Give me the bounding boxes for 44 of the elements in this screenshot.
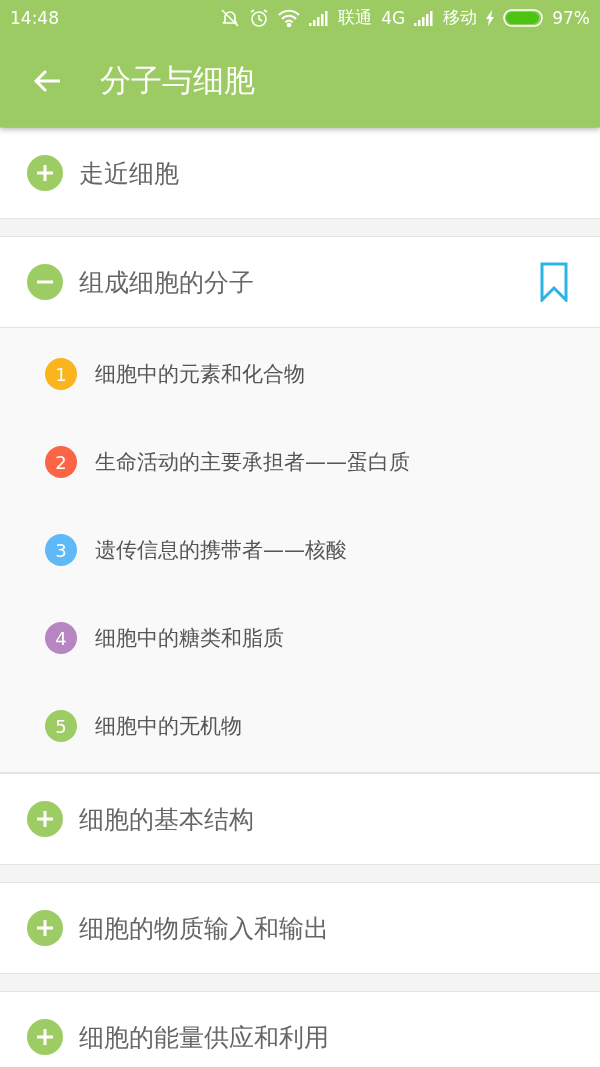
- chapter-title: 细胞的物质输入和输出: [79, 912, 330, 945]
- chapter-row[interactable]: 细胞的能量供应和利用: [0, 991, 600, 1067]
- section-number: 3: [45, 534, 77, 566]
- section-number: 5: [45, 710, 77, 742]
- section-number: 4: [45, 622, 77, 654]
- charging-icon: [486, 9, 495, 26]
- section-item[interactable]: 4 细胞中的糖类和脂质: [0, 594, 600, 682]
- section-item[interactable]: 1 细胞中的元素和化合物: [0, 330, 600, 418]
- alarm-clock-icon: [249, 7, 270, 28]
- minus-icon[interactable]: [27, 264, 63, 300]
- chapter-title: 组成细胞的分子: [79, 266, 255, 299]
- network-type: 4G: [381, 7, 406, 28]
- section-number: 1: [45, 358, 77, 390]
- signal-icon: [309, 9, 330, 26]
- section-item[interactable]: 5 细胞中的无机物: [0, 682, 600, 770]
- section-item[interactable]: 2 生命活动的主要承担者——蛋白质: [0, 418, 600, 506]
- chapter-title: 走近细胞: [79, 157, 180, 190]
- battery-percent: 97%: [552, 7, 590, 28]
- section-title: 生命活动的主要承担者——蛋白质: [95, 449, 410, 476]
- section-item[interactable]: 3 遗传信息的携带者——核酸: [0, 506, 600, 594]
- signal-icon: [414, 9, 435, 26]
- battery-icon: [503, 8, 544, 27]
- page-title: 分子与细胞: [100, 61, 255, 100]
- plus-icon[interactable]: [27, 155, 63, 191]
- chapter-row[interactable]: 走近细胞: [0, 127, 600, 219]
- chapter-row[interactable]: 组成细胞的分子: [0, 236, 600, 328]
- chapter-row[interactable]: 细胞的物质输入和输出: [0, 882, 600, 974]
- chapter-row[interactable]: 细胞的基本结构: [0, 773, 600, 865]
- bookmark-icon[interactable]: [540, 262, 568, 302]
- chapter-title: 细胞的能量供应和利用: [79, 1021, 330, 1054]
- time: 14:48: [10, 7, 59, 28]
- plus-icon[interactable]: [27, 1019, 63, 1055]
- bell-off-icon: [220, 7, 241, 28]
- chapter-title: 细胞的基本结构: [79, 803, 255, 836]
- carrier-name: 联通: [338, 6, 373, 29]
- plus-icon[interactable]: [27, 801, 63, 837]
- plus-icon[interactable]: [27, 910, 63, 946]
- section-title: 细胞中的无机物: [95, 713, 242, 740]
- wifi-icon: [278, 8, 301, 27]
- section-number: 2: [45, 446, 77, 478]
- section-title: 遗传信息的携带者——核酸: [95, 537, 347, 564]
- carrier-name: 移动: [443, 6, 478, 29]
- section-title: 细胞中的元素和化合物: [95, 361, 305, 388]
- section-title: 细胞中的糖类和脂质: [95, 625, 284, 652]
